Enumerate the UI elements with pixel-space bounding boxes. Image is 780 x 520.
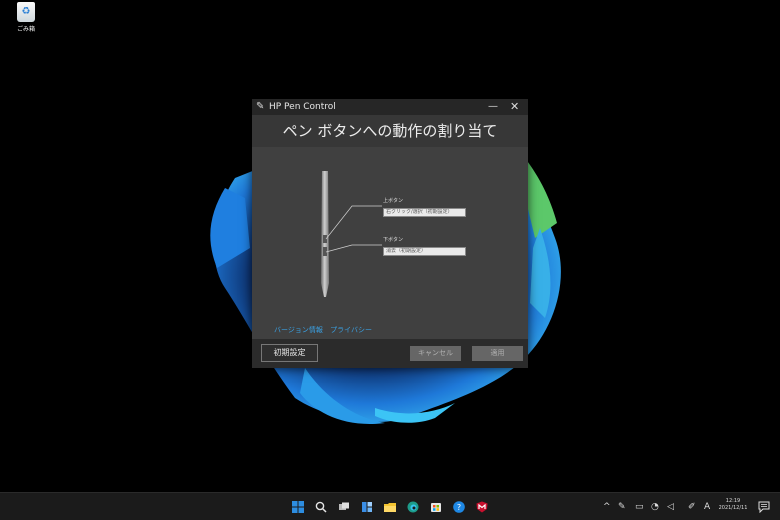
tray-overflow-chevron[interactable]: ^ bbox=[603, 501, 611, 513]
upper-button-dropdown[interactable]: 右クリック/選択（初期設定） bbox=[383, 208, 466, 217]
recycle-bin-label: ごみ箱 bbox=[16, 26, 35, 33]
battery-icon[interactable]: ▭ bbox=[635, 501, 644, 513]
clock[interactable]: 12:19 2021/12/11 bbox=[712, 498, 754, 512]
svg-text:?: ? bbox=[457, 503, 461, 512]
taskbar: ? ^ ✎ ▭ ◔ ◁ ✐ A 12:19 2021/12/11 bbox=[0, 492, 780, 520]
lower-button-label: 下ボタン bbox=[383, 237, 404, 243]
pen-tray-icon[interactable]: ✎ bbox=[618, 501, 626, 513]
page-header: ペン ボタンへの動作の割り当て bbox=[252, 115, 528, 147]
windows-start-icon[interactable] bbox=[292, 501, 304, 513]
search-icon[interactable] bbox=[315, 501, 327, 513]
footer-links: バージョン情報 プライバシー bbox=[274, 326, 377, 335]
hp-pen-control-window: ✎ HP Pen Control — ✕ ペン ボタンへの動作の割り当て 上ボタ… bbox=[252, 99, 528, 368]
network-icon[interactable]: ◔ bbox=[651, 501, 659, 513]
minimize-button[interactable]: — bbox=[488, 100, 498, 113]
reset-defaults-button[interactable]: 初期設定 bbox=[261, 344, 318, 362]
notification-icon[interactable] bbox=[758, 501, 770, 513]
recycle-bin[interactable]: ♻ ごみ箱 bbox=[10, 2, 42, 33]
widgets-icon[interactable] bbox=[361, 501, 373, 513]
pen-workspace-icon[interactable]: ✐ bbox=[688, 501, 696, 513]
pen-button-panel: 上ボタン 右クリック/選択（初期設定） 下ボタン 消去（初期設定） バージョン情… bbox=[252, 147, 528, 339]
close-button[interactable]: ✕ bbox=[510, 100, 519, 113]
apply-button[interactable]: 適用 bbox=[472, 346, 523, 361]
lower-button-dropdown[interactable]: 消去（初期設定） bbox=[383, 247, 466, 256]
cancel-button[interactable]: キャンセル bbox=[410, 346, 461, 361]
clock-time: 12:19 bbox=[725, 498, 741, 504]
volume-icon[interactable]: ◁ bbox=[667, 501, 674, 513]
upper-leader-line bbox=[325, 205, 382, 240]
clock-date: 2021/12/11 bbox=[718, 505, 748, 511]
upper-button-label: 上ボタン bbox=[383, 198, 404, 204]
help-icon[interactable]: ? bbox=[453, 501, 465, 513]
button-bar: 初期設定 キャンセル 適用 bbox=[252, 339, 528, 368]
title-bar[interactable]: ✎ HP Pen Control — ✕ bbox=[252, 99, 528, 115]
mcafee-icon[interactable] bbox=[476, 501, 488, 513]
privacy-link[interactable]: プライバシー bbox=[330, 326, 372, 334]
pen-icon: ✎ bbox=[256, 101, 265, 112]
pen-body bbox=[321, 171, 329, 297]
recycle-bin-icon: ♻ bbox=[17, 2, 35, 22]
page-title: ペン ボタンへの動作の割り当て bbox=[282, 122, 498, 140]
edge-icon[interactable] bbox=[407, 501, 419, 513]
task-view-icon[interactable] bbox=[338, 501, 350, 513]
store-icon[interactable] bbox=[430, 501, 442, 513]
window-title: HP Pen Control bbox=[269, 102, 336, 112]
file-explorer-icon[interactable] bbox=[384, 501, 396, 513]
version-info-link[interactable]: バージョン情報 bbox=[274, 326, 323, 334]
ime-indicator[interactable]: A bbox=[704, 501, 710, 513]
pen-lower-button-mark bbox=[323, 247, 327, 256]
lower-leader-line bbox=[325, 244, 382, 253]
